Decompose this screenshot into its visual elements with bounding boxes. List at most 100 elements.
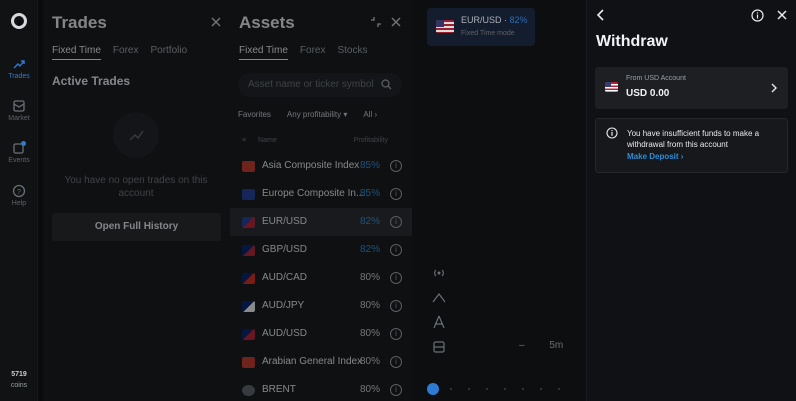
trade-mode-label: Fixed Time mode (461, 30, 515, 37)
insufficient-funds-notice: You have insufficient funds to make a wi… (595, 118, 788, 173)
draw-tool-icon[interactable] (432, 290, 446, 304)
asset-info-icon[interactable]: i (390, 272, 402, 284)
nav-item-market[interactable]: Market (0, 99, 38, 122)
tab-forex[interactable]: Forex (113, 45, 139, 60)
trades-tabs: Fixed Time Forex Portfolio (52, 45, 187, 60)
asset-row[interactable]: Asia Composite Index 85% i (230, 152, 412, 180)
timeframe-label[interactable]: 5m (549, 340, 563, 351)
timeline-dot (468, 388, 470, 390)
nav-item-trades[interactable]: Trades (0, 57, 38, 80)
balance-value: 5719 (11, 371, 27, 378)
chevron-right-icon (771, 83, 777, 93)
column-profitability[interactable]: Profitability (354, 137, 388, 144)
column-name[interactable]: Name (258, 137, 277, 144)
layout-icon[interactable] (432, 340, 446, 354)
asset-name: Arabian General Index (262, 356, 363, 367)
collapse-icon[interactable] (370, 16, 382, 28)
asset-row[interactable]: GBP/USD 82% i (230, 236, 412, 264)
trades-title: Trades (52, 13, 107, 32)
active-pair-chip[interactable]: EUR/USD · 82% Fixed Time mode (427, 8, 535, 46)
asset-flag-icon (242, 217, 255, 228)
info-icon (606, 127, 618, 139)
asset-row[interactable]: AUD/USD 80% i (230, 320, 412, 348)
zoom-out-button[interactable]: – (519, 340, 525, 351)
asset-row[interactable]: BRENT 80% i (230, 376, 412, 401)
asset-search-input[interactable]: Asset name or ticker symbol (238, 73, 402, 97)
asset-flag-icon (242, 161, 255, 172)
asset-row[interactable]: Arabian General Index 80% i (230, 348, 412, 376)
indicator-icon[interactable] (432, 315, 446, 329)
from-account-selector[interactable]: From USD Account USD 0.00 (595, 67, 788, 109)
asset-row[interactable]: AUD/CAD 80% i (230, 264, 412, 292)
filter-favorites[interactable]: Favorites (238, 110, 271, 119)
withdraw-panel: Withdraw From USD Account USD 0.00 You h… (586, 0, 796, 401)
asset-row[interactable]: AUD/JPY 80% i (230, 292, 412, 320)
nav-item-help[interactable]: ? Help (0, 184, 38, 207)
us-flag-icon (605, 82, 618, 92)
active-pair-label: EUR/USD · 82% (461, 15, 528, 25)
timeframe-control: – 5m (519, 340, 563, 351)
chart-area[interactable]: EUR/USD · 82% Fixed Time mode – 5m (412, 0, 586, 401)
filter-profitability-label: Any profitability (286, 110, 342, 119)
filter-all[interactable]: All › (363, 110, 377, 119)
asset-profitability: 80% (359, 356, 380, 367)
asset-flag-icon (242, 245, 255, 256)
asset-info-icon[interactable]: i (390, 328, 402, 340)
account-balance: USD 0.00 (626, 88, 670, 99)
brand-logo[interactable] (11, 13, 27, 29)
tab-fixed-time[interactable]: Fixed Time (52, 45, 101, 60)
nav-item-events[interactable]: Events (0, 141, 38, 164)
asset-info-icon[interactable]: i (390, 244, 402, 256)
asset-profitability: 85% (359, 188, 380, 199)
close-icon[interactable] (776, 9, 788, 21)
back-arrow-icon[interactable] (595, 9, 607, 21)
nav-label-events: Events (8, 157, 30, 164)
timeline-marker[interactable] (427, 383, 439, 395)
asset-info-icon[interactable]: i (390, 216, 402, 228)
asset-name: AUD/CAD (262, 272, 308, 283)
asset-name: BRENT (262, 384, 296, 395)
asset-filters: Favorites Any profitability ▾ All › (238, 110, 377, 119)
active-trades-heading: Active Trades (52, 74, 131, 88)
timeline-dot (450, 388, 452, 390)
asset-flag-icon (242, 357, 255, 368)
close-icon[interactable] (210, 16, 222, 28)
asset-info-icon[interactable]: i (390, 384, 402, 396)
asset-name: EUR/USD (262, 216, 308, 227)
asset-row[interactable]: Europe Composite In... 85% i (230, 180, 412, 208)
tab-forex[interactable]: Forex (300, 45, 326, 60)
nav-label-market: Market (8, 115, 30, 122)
notice-text: You have insufficient funds to make a wi… (627, 129, 760, 149)
filter-all-label: All (363, 110, 373, 119)
asset-info-icon[interactable]: i (390, 188, 402, 200)
time-scrubber[interactable] (426, 382, 576, 396)
asset-info-icon[interactable]: i (390, 160, 402, 172)
asset-info-icon[interactable]: i (390, 300, 402, 312)
signal-icon[interactable] (432, 266, 446, 280)
close-icon[interactable] (390, 16, 402, 28)
trades-panel: Trades Fixed Time Forex Portfolio Active… (43, 0, 230, 401)
asset-info-icon[interactable]: i (390, 356, 402, 368)
asset-row[interactable]: EUR/USD 82% i (230, 208, 412, 236)
assets-tabs: Fixed Time Forex Stocks (239, 45, 367, 60)
info-icon[interactable] (751, 9, 764, 22)
timeline-dot (522, 388, 524, 390)
filter-profitability[interactable]: Any profitability ▾ (287, 110, 348, 119)
tab-stocks[interactable]: Stocks (337, 45, 367, 60)
open-full-history-button[interactable]: Open Full History (52, 213, 221, 241)
active-pair-pct: 82% (509, 15, 528, 25)
search-icon (381, 79, 392, 90)
sort-icon[interactable]: ≡ (242, 137, 246, 144)
search-placeholder: Asset name or ticker symbol (248, 79, 374, 90)
balance-display[interactable]: 5719 coins (0, 369, 38, 391)
assets-title: Assets (239, 13, 295, 32)
events-icon (13, 141, 26, 154)
tab-portfolio[interactable]: Portfolio (150, 45, 187, 60)
asset-flag-icon (242, 189, 255, 200)
asset-flag-icon (242, 273, 255, 284)
trades-icon (13, 60, 25, 69)
tab-fixed-time[interactable]: Fixed Time (239, 45, 288, 60)
make-deposit-link[interactable]: Make Deposit › (627, 152, 683, 161)
account-label: From USD Account (626, 75, 686, 82)
asset-profitability: 80% (359, 272, 380, 283)
